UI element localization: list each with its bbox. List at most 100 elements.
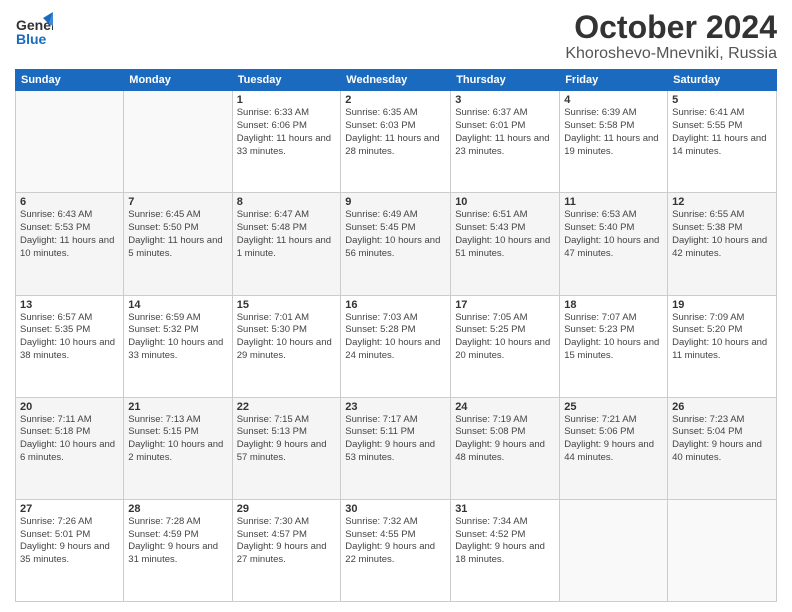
calendar-cell: 6Sunrise: 6:43 AM Sunset: 5:53 PM Daylig…: [16, 193, 124, 295]
day-info: Sunrise: 6:43 AM Sunset: 5:53 PM Dayligh…: [20, 209, 119, 260]
calendar-cell: [668, 499, 777, 601]
day-number: 20: [20, 401, 119, 413]
calendar-cell: 17Sunrise: 7:05 AM Sunset: 5:25 PM Dayli…: [451, 295, 560, 397]
svg-text:Blue: Blue: [16, 31, 47, 47]
day-info: Sunrise: 6:39 AM Sunset: 5:58 PM Dayligh…: [564, 107, 663, 158]
calendar-cell: 15Sunrise: 7:01 AM Sunset: 5:30 PM Dayli…: [232, 295, 341, 397]
day-number: 8: [237, 196, 337, 208]
day-number: 16: [345, 299, 446, 311]
day-info: Sunrise: 7:15 AM Sunset: 5:13 PM Dayligh…: [237, 414, 337, 465]
day-info: Sunrise: 6:55 AM Sunset: 5:38 PM Dayligh…: [672, 209, 772, 260]
page-subtitle: Khoroshevo-Mnevniki, Russia: [565, 45, 777, 63]
day-info: Sunrise: 7:17 AM Sunset: 5:11 PM Dayligh…: [345, 414, 446, 465]
calendar-cell: 21Sunrise: 7:13 AM Sunset: 5:15 PM Dayli…: [124, 397, 232, 499]
calendar-cell: 4Sunrise: 6:39 AM Sunset: 5:58 PM Daylig…: [560, 91, 668, 193]
header: General Blue October 2024 Khoroshevo-Mne…: [15, 10, 777, 63]
day-number: 21: [128, 401, 227, 413]
col-thursday: Thursday: [451, 70, 560, 91]
day-info: Sunrise: 7:26 AM Sunset: 5:01 PM Dayligh…: [20, 516, 119, 567]
day-number: 13: [20, 299, 119, 311]
day-info: Sunrise: 7:03 AM Sunset: 5:28 PM Dayligh…: [345, 312, 446, 363]
day-number: 17: [455, 299, 555, 311]
day-number: 30: [345, 503, 446, 515]
day-number: 28: [128, 503, 227, 515]
day-info: Sunrise: 7:32 AM Sunset: 4:55 PM Dayligh…: [345, 516, 446, 567]
day-info: Sunrise: 6:51 AM Sunset: 5:43 PM Dayligh…: [455, 209, 555, 260]
day-number: 12: [672, 196, 772, 208]
calendar-cell: 8Sunrise: 6:47 AM Sunset: 5:48 PM Daylig…: [232, 193, 341, 295]
day-number: 6: [20, 196, 119, 208]
calendar-cell: [124, 91, 232, 193]
calendar-cell: 7Sunrise: 6:45 AM Sunset: 5:50 PM Daylig…: [124, 193, 232, 295]
day-info: Sunrise: 7:21 AM Sunset: 5:06 PM Dayligh…: [564, 414, 663, 465]
calendar-cell: 5Sunrise: 6:41 AM Sunset: 5:55 PM Daylig…: [668, 91, 777, 193]
day-info: Sunrise: 7:01 AM Sunset: 5:30 PM Dayligh…: [237, 312, 337, 363]
calendar-cell: 1Sunrise: 6:33 AM Sunset: 6:06 PM Daylig…: [232, 91, 341, 193]
title-block: October 2024 Khoroshevo-Mnevniki, Russia: [565, 10, 777, 63]
col-wednesday: Wednesday: [341, 70, 451, 91]
calendar-cell: 10Sunrise: 6:51 AM Sunset: 5:43 PM Dayli…: [451, 193, 560, 295]
day-number: 9: [345, 196, 446, 208]
day-info: Sunrise: 7:11 AM Sunset: 5:18 PM Dayligh…: [20, 414, 119, 465]
day-info: Sunrise: 6:53 AM Sunset: 5:40 PM Dayligh…: [564, 209, 663, 260]
calendar-week-4: 20Sunrise: 7:11 AM Sunset: 5:18 PM Dayli…: [16, 397, 777, 499]
calendar-cell: 31Sunrise: 7:34 AM Sunset: 4:52 PM Dayli…: [451, 499, 560, 601]
day-info: Sunrise: 7:09 AM Sunset: 5:20 PM Dayligh…: [672, 312, 772, 363]
col-friday: Friday: [560, 70, 668, 91]
logo: General Blue: [15, 10, 53, 48]
day-number: 25: [564, 401, 663, 413]
day-number: 19: [672, 299, 772, 311]
day-info: Sunrise: 7:13 AM Sunset: 5:15 PM Dayligh…: [128, 414, 227, 465]
day-info: Sunrise: 6:35 AM Sunset: 6:03 PM Dayligh…: [345, 107, 446, 158]
day-number: 4: [564, 94, 663, 106]
col-tuesday: Tuesday: [232, 70, 341, 91]
calendar-cell: 12Sunrise: 6:55 AM Sunset: 5:38 PM Dayli…: [668, 193, 777, 295]
day-info: Sunrise: 7:07 AM Sunset: 5:23 PM Dayligh…: [564, 312, 663, 363]
calendar-cell: 11Sunrise: 6:53 AM Sunset: 5:40 PM Dayli…: [560, 193, 668, 295]
calendar-week-2: 6Sunrise: 6:43 AM Sunset: 5:53 PM Daylig…: [16, 193, 777, 295]
day-number: 18: [564, 299, 663, 311]
calendar-cell: 18Sunrise: 7:07 AM Sunset: 5:23 PM Dayli…: [560, 295, 668, 397]
calendar-cell: 3Sunrise: 6:37 AM Sunset: 6:01 PM Daylig…: [451, 91, 560, 193]
calendar-cell: [560, 499, 668, 601]
calendar-cell: [16, 91, 124, 193]
calendar-week-5: 27Sunrise: 7:26 AM Sunset: 5:01 PM Dayli…: [16, 499, 777, 601]
calendar-cell: 28Sunrise: 7:28 AM Sunset: 4:59 PM Dayli…: [124, 499, 232, 601]
day-info: Sunrise: 6:57 AM Sunset: 5:35 PM Dayligh…: [20, 312, 119, 363]
logo-icon: General Blue: [15, 10, 53, 48]
day-number: 31: [455, 503, 555, 515]
day-info: Sunrise: 7:30 AM Sunset: 4:57 PM Dayligh…: [237, 516, 337, 567]
day-number: 14: [128, 299, 227, 311]
day-info: Sunrise: 6:59 AM Sunset: 5:32 PM Dayligh…: [128, 312, 227, 363]
day-number: 23: [345, 401, 446, 413]
calendar-cell: 29Sunrise: 7:30 AM Sunset: 4:57 PM Dayli…: [232, 499, 341, 601]
calendar-cell: 27Sunrise: 7:26 AM Sunset: 5:01 PM Dayli…: [16, 499, 124, 601]
day-info: Sunrise: 6:47 AM Sunset: 5:48 PM Dayligh…: [237, 209, 337, 260]
calendar-cell: 25Sunrise: 7:21 AM Sunset: 5:06 PM Dayli…: [560, 397, 668, 499]
day-number: 24: [455, 401, 555, 413]
day-info: Sunrise: 6:41 AM Sunset: 5:55 PM Dayligh…: [672, 107, 772, 158]
calendar-cell: 2Sunrise: 6:35 AM Sunset: 6:03 PM Daylig…: [341, 91, 451, 193]
calendar-cell: 14Sunrise: 6:59 AM Sunset: 5:32 PM Dayli…: [124, 295, 232, 397]
day-number: 15: [237, 299, 337, 311]
day-number: 2: [345, 94, 446, 106]
day-number: 5: [672, 94, 772, 106]
day-info: Sunrise: 6:45 AM Sunset: 5:50 PM Dayligh…: [128, 209, 227, 260]
calendar-cell: 13Sunrise: 6:57 AM Sunset: 5:35 PM Dayli…: [16, 295, 124, 397]
calendar-cell: 26Sunrise: 7:23 AM Sunset: 5:04 PM Dayli…: [668, 397, 777, 499]
calendar-cell: 23Sunrise: 7:17 AM Sunset: 5:11 PM Dayli…: [341, 397, 451, 499]
day-number: 29: [237, 503, 337, 515]
day-number: 3: [455, 94, 555, 106]
page-title: October 2024: [565, 10, 777, 45]
day-info: Sunrise: 7:34 AM Sunset: 4:52 PM Dayligh…: [455, 516, 555, 567]
calendar-cell: 20Sunrise: 7:11 AM Sunset: 5:18 PM Dayli…: [16, 397, 124, 499]
day-number: 11: [564, 196, 663, 208]
day-info: Sunrise: 6:37 AM Sunset: 6:01 PM Dayligh…: [455, 107, 555, 158]
day-info: Sunrise: 6:33 AM Sunset: 6:06 PM Dayligh…: [237, 107, 337, 158]
day-info: Sunrise: 7:28 AM Sunset: 4:59 PM Dayligh…: [128, 516, 227, 567]
col-saturday: Saturday: [668, 70, 777, 91]
day-number: 27: [20, 503, 119, 515]
calendar-cell: 19Sunrise: 7:09 AM Sunset: 5:20 PM Dayli…: [668, 295, 777, 397]
day-info: Sunrise: 7:23 AM Sunset: 5:04 PM Dayligh…: [672, 414, 772, 465]
page: General Blue October 2024 Khoroshevo-Mne…: [0, 0, 792, 612]
